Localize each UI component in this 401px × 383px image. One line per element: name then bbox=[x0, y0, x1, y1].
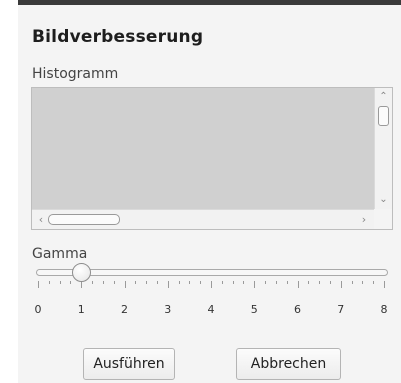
slider-thumb[interactable] bbox=[72, 263, 92, 282]
image-enhancement-dialog: Bildverbesserung Histogramm ⌃ ⌄ ‹ › Gamm… bbox=[18, 5, 401, 383]
slider-minor-tick bbox=[178, 281, 180, 284]
slider-minor-tick bbox=[221, 281, 223, 284]
slider-minor-tick bbox=[351, 281, 353, 284]
vertical-scrollbar[interactable]: ⌃ ⌄ bbox=[374, 88, 392, 209]
chevron-left-icon[interactable]: ‹ bbox=[34, 210, 48, 229]
slider-minor-tick bbox=[156, 281, 158, 284]
horizontal-scroll-thumb[interactable] bbox=[48, 214, 120, 225]
slider-tick-label: 0 bbox=[34, 303, 42, 316]
slider-major-tick bbox=[167, 281, 169, 288]
slider-minor-tick bbox=[265, 281, 267, 284]
slider-major-tick bbox=[297, 281, 299, 288]
cancel-button[interactable]: Abbrechen bbox=[236, 348, 341, 380]
slider-major-tick bbox=[124, 281, 126, 288]
slider-tick-label: 3 bbox=[164, 303, 172, 316]
gamma-label: Gamma bbox=[32, 246, 88, 262]
slider-tick-label: 8 bbox=[380, 303, 388, 316]
slider-minor-tick bbox=[362, 281, 364, 284]
slider-tick-label: 7 bbox=[337, 303, 345, 316]
slider-minor-tick bbox=[373, 281, 375, 284]
slider-minor-tick bbox=[135, 281, 137, 284]
slider-minor-tick bbox=[319, 281, 321, 284]
slider-minor-tick bbox=[189, 281, 191, 284]
slider-minor-tick bbox=[308, 281, 310, 284]
slider-minor-tick bbox=[113, 281, 115, 284]
slider-minor-tick bbox=[286, 281, 288, 284]
slider-major-tick bbox=[340, 281, 342, 288]
horizontal-scrollbar[interactable]: ‹ › bbox=[32, 209, 375, 229]
slider-major-tick bbox=[384, 281, 385, 288]
slider-minor-tick bbox=[232, 281, 234, 284]
slider-minor-tick bbox=[329, 281, 331, 284]
slider-minor-tick bbox=[92, 281, 94, 284]
slider-tick-label: 6 bbox=[294, 303, 301, 316]
chevron-up-icon[interactable]: ⌃ bbox=[375, 90, 392, 104]
slider-major-tick bbox=[38, 281, 39, 288]
slider-minor-tick bbox=[70, 281, 72, 284]
slider-tick-label: 4 bbox=[207, 303, 215, 316]
slider-minor-tick bbox=[275, 281, 277, 284]
slider-minor-tick bbox=[48, 281, 50, 284]
slider-major-tick bbox=[81, 281, 83, 288]
slider-major-tick bbox=[211, 281, 212, 288]
slider-tick-label: 1 bbox=[77, 303, 85, 316]
slider-tick-label: 5 bbox=[250, 303, 258, 316]
slider-minor-tick bbox=[200, 281, 202, 284]
execute-button[interactable]: Ausführen bbox=[83, 348, 175, 380]
slider-major-tick bbox=[254, 281, 256, 288]
gamma-slider[interactable]: 0 1 2 3 4 5 6 7 8 bbox=[35, 263, 388, 323]
histogram-view[interactable]: ⌃ ⌄ ‹ › bbox=[31, 87, 393, 230]
scrollbar-corner bbox=[374, 209, 392, 229]
vertical-scroll-thumb[interactable] bbox=[378, 106, 389, 126]
slider-minor-tick bbox=[102, 281, 104, 284]
histogram-label: Histogramm bbox=[32, 66, 119, 82]
chevron-down-icon[interactable]: ⌄ bbox=[375, 193, 392, 207]
chevron-right-icon[interactable]: › bbox=[357, 210, 371, 229]
slider-minor-tick bbox=[243, 281, 245, 284]
slider-minor-tick bbox=[146, 281, 148, 284]
slider-minor-tick bbox=[59, 281, 61, 284]
dialog-title: Bildverbesserung bbox=[32, 27, 204, 47]
slider-tick-label: 2 bbox=[121, 303, 128, 316]
